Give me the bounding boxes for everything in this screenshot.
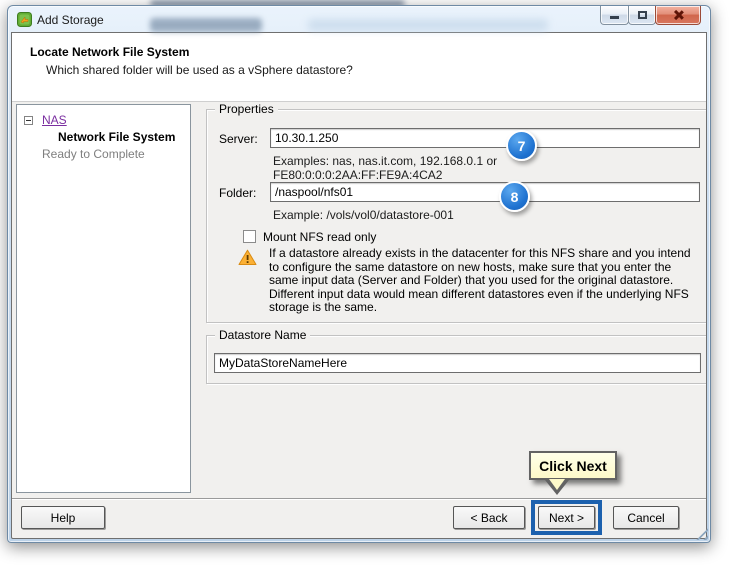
sidebar-item-network-file-system[interactable]: Network File System (58, 130, 175, 144)
warning-icon (238, 249, 257, 265)
maximize-button[interactable] (628, 6, 656, 25)
server-label: Server: (219, 132, 258, 146)
datastore-name-legend: Datastore Name (215, 328, 311, 342)
maximize-icon (638, 11, 647, 19)
server-input[interactable] (270, 128, 700, 148)
callout-arrow-fill (549, 479, 565, 490)
server-examples-line2: FE80:0:0:0:2AA:FF:FE9A:4CA2 (273, 168, 443, 182)
help-button[interactable]: Help (21, 506, 105, 529)
mount-nfs-readonly-label: Mount NFS read only (263, 230, 377, 244)
wizard-steps-panel: NAS Network File System Ready to Complet… (16, 104, 191, 493)
folder-input[interactable] (270, 182, 700, 202)
annotation-callout-7: 7 (506, 130, 537, 161)
next-button[interactable]: Next > (538, 506, 595, 529)
titlebar-redacted-text (150, 18, 262, 32)
close-button[interactable] (655, 6, 701, 25)
datastore-name-groupbox: Datastore Name (206, 328, 706, 384)
back-button[interactable]: < Back (453, 506, 525, 529)
minimize-icon (610, 16, 619, 19)
close-icon (673, 9, 684, 20)
wizard-header: Locate Network File System Which shared … (12, 33, 706, 102)
footer-divider (12, 498, 706, 500)
datastore-name-input[interactable] (214, 353, 701, 373)
tree-collapse-icon[interactable] (24, 116, 33, 125)
folder-example: Example: /vols/vol0/datastore-001 (273, 208, 454, 222)
titlebar-redacted-smudge (308, 19, 548, 31)
folder-label: Folder: (219, 186, 257, 200)
properties-legend: Properties (215, 102, 278, 116)
click-next-callout: Click Next (529, 451, 617, 495)
dialog-client-area: Locate Network File System Which shared … (11, 32, 707, 539)
nfs-warning-text: If a datastore already exists in the dat… (269, 246, 691, 315)
minimize-button[interactable] (600, 6, 629, 25)
mount-nfs-readonly-checkbox[interactable] (243, 230, 256, 243)
server-examples-line1: Examples: nas, nas.it.com, 192.168.0.1 o… (273, 154, 498, 168)
window-controls (600, 6, 701, 25)
add-storage-dialog: Add Storage Locate Network File System W… (7, 5, 711, 543)
annotation-callout-8: 8 (499, 181, 530, 212)
cancel-button[interactable]: Cancel (613, 506, 679, 529)
vsphere-wizard-icon (17, 12, 32, 27)
sidebar-item-ready-to-complete: Ready to Complete (42, 147, 145, 161)
page-title: Locate Network File System (30, 45, 190, 59)
sidebar-item-nas[interactable]: NAS (42, 113, 67, 127)
window-title: Add Storage (37, 13, 104, 27)
click-next-callout-text: Click Next (539, 457, 607, 474)
page-subtitle: Which shared folder will be used as a vS… (46, 63, 353, 77)
screenshot-canvas: Add Storage Locate Network File System W… (0, 0, 730, 573)
properties-groupbox: Properties Server: Examples: nas, nas.it… (206, 102, 706, 323)
